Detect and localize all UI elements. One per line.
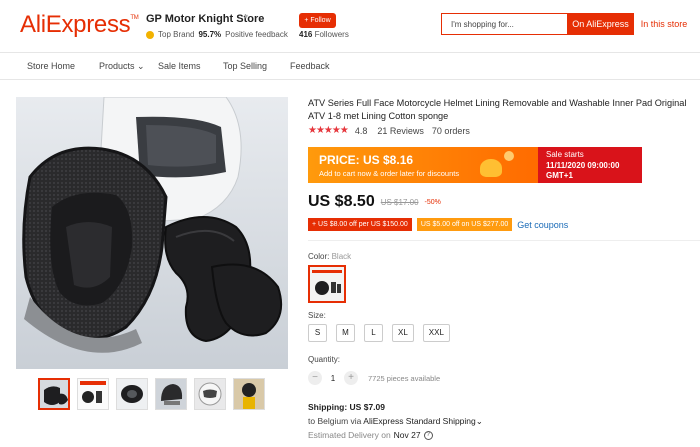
promo-price: PRICE: US $8.16 <box>319 153 414 167</box>
sale-start-date: 11/11/2020 09:00:00 GMT+1 <box>546 161 620 180</box>
quantity-increase-button[interactable]: + <box>344 371 358 385</box>
quantity-value[interactable]: 1 <box>322 374 344 383</box>
follow-button[interactable]: + Follow <box>299 13 336 28</box>
thumbnail-parts-image <box>78 379 108 409</box>
nav-store-home[interactable]: Store Home <box>27 61 75 71</box>
feedback-percent: 95.7% <box>198 30 222 39</box>
main-product-image[interactable] <box>16 97 288 369</box>
star-rating-icon: ★★★★★ <box>308 125 349 136</box>
search-box: On AliExpress In this store <box>441 13 694 35</box>
sale-start-panel: Sale starts 11/11/2020 09:00:00 GMT+1 <box>538 147 642 183</box>
sale-starts-label: Sale starts <box>546 150 584 159</box>
thumbnail-5[interactable] <box>194 378 226 410</box>
help-icon[interactable]: ? <box>423 430 433 440</box>
nav-sale-items[interactable]: Sale Items <box>158 61 201 71</box>
size-option-xxl[interactable]: XXL <box>422 324 450 342</box>
thumbnail-4[interactable] <box>155 378 187 410</box>
shipping-destination: to Belgium via AliExpress Standard Shipp… <box>308 416 483 426</box>
size-option-s[interactable]: S <box>308 324 327 342</box>
coupon-store[interactable]: + US $8.00 off per US $150.00 <box>308 218 412 231</box>
rating-row: ★★★★★ 4.8 21 Reviews 70 orders <box>308 125 470 136</box>
swatch-image <box>310 267 344 301</box>
thumbnail-3[interactable] <box>116 378 148 410</box>
quantity-label: Quantity: <box>308 355 341 364</box>
thumbnail-pads-image <box>117 379 147 409</box>
reviews-link[interactable]: 21 Reviews <box>377 126 424 136</box>
coupon-select[interactable]: US $5.00 off on US $277.00 <box>416 218 513 231</box>
chevron-down-icon: ⌄ <box>134 61 145 71</box>
shipping-method-dropdown[interactable]: AliExpress Standard Shipping⌄ <box>363 416 483 426</box>
color-label: Color: Black <box>308 252 352 261</box>
current-price: US $8.50 <box>308 193 375 210</box>
thumbnail-visor-image <box>195 379 225 409</box>
promo-sparkle-icon <box>504 151 514 161</box>
promo-subtext: Add to cart now & order later for discou… <box>319 169 460 178</box>
shipping-price: Shipping: US $7.09 <box>308 402 385 412</box>
rating-score: 4.8 <box>354 125 368 136</box>
top-brand-icon <box>146 30 154 39</box>
helmet-lining-image <box>16 97 288 369</box>
quantity-decrease-button[interactable]: − <box>308 371 322 385</box>
divider <box>308 240 700 241</box>
store-caret-icon[interactable]: ▾ <box>244 12 248 21</box>
thumbnail-helmet-image <box>156 379 186 409</box>
product-title: ATV Series Full Face Motorcycle Helmet L… <box>308 98 687 121</box>
nav-top-selling[interactable]: Top Selling <box>223 61 267 71</box>
orders-count: 70 orders <box>431 125 470 136</box>
size-label: Size: <box>308 311 326 320</box>
search-in-store-button[interactable]: In this store <box>634 13 694 35</box>
nav-products[interactable]: Products ⌄ <box>99 61 145 72</box>
thumbnail-6[interactable] <box>233 378 265 410</box>
thumbnail-2[interactable] <box>77 378 109 410</box>
store-meta: Top Brand 95.7% Positive feedback <box>146 30 288 39</box>
quantity-stepper: − 1 + 7725 pieces available <box>308 371 440 385</box>
thumbnail-1[interactable] <box>38 378 70 410</box>
delivery-date: Nov 27 <box>393 430 421 440</box>
original-price: US $17.00 <box>380 197 419 207</box>
color-swatch-black[interactable] <box>308 265 346 303</box>
estimated-delivery: Estimated Delivery on Nov 27 ? <box>308 430 433 440</box>
aliexpress-logo[interactable]: AliExpressTM <box>20 11 139 39</box>
size-option-l[interactable]: L <box>364 324 383 342</box>
search-on-aliexpress-button[interactable]: On AliExpress <box>567 13 634 35</box>
discount-badge: -50% <box>424 198 441 206</box>
size-option-xl[interactable]: XL <box>392 324 414 342</box>
store-header: AliExpressTM GP Motor Knight Store ▾ Top… <box>0 0 700 52</box>
coupon-row: + US $8.00 off per US $150.00 US $5.00 o… <box>308 218 568 231</box>
promo-price-panel: PRICE: US $8.16 Add to cart now & order … <box>308 147 538 183</box>
thumbnail-lining-image <box>40 380 68 408</box>
search-input[interactable] <box>442 14 567 34</box>
available-pieces: 7725 pieces available <box>368 373 441 383</box>
chevron-down-icon: ⌄ <box>475 416 483 426</box>
promo-banner: PRICE: US $8.16 Add to cart now & order … <box>308 147 642 183</box>
promo-decoration-icon <box>480 159 502 177</box>
feedback-label: Positive feedback <box>225 30 288 39</box>
store-nav: Store Home Products ⌄ Sale Items Top Sel… <box>0 52 700 80</box>
thumbnail-strip <box>38 378 265 410</box>
thumbnail-rider-image <box>234 379 264 409</box>
size-options: S M L XL XXL <box>308 324 450 342</box>
size-option-m[interactable]: M <box>336 324 355 342</box>
get-coupons-link[interactable]: Get coupons <box>517 220 568 230</box>
price-row: US $8.50 US $17.00 -50% <box>308 193 441 211</box>
top-brand-label: Top Brand <box>158 30 195 39</box>
nav-feedback[interactable]: Feedback <box>290 61 330 71</box>
followers-count: 416 Followers <box>299 30 349 39</box>
